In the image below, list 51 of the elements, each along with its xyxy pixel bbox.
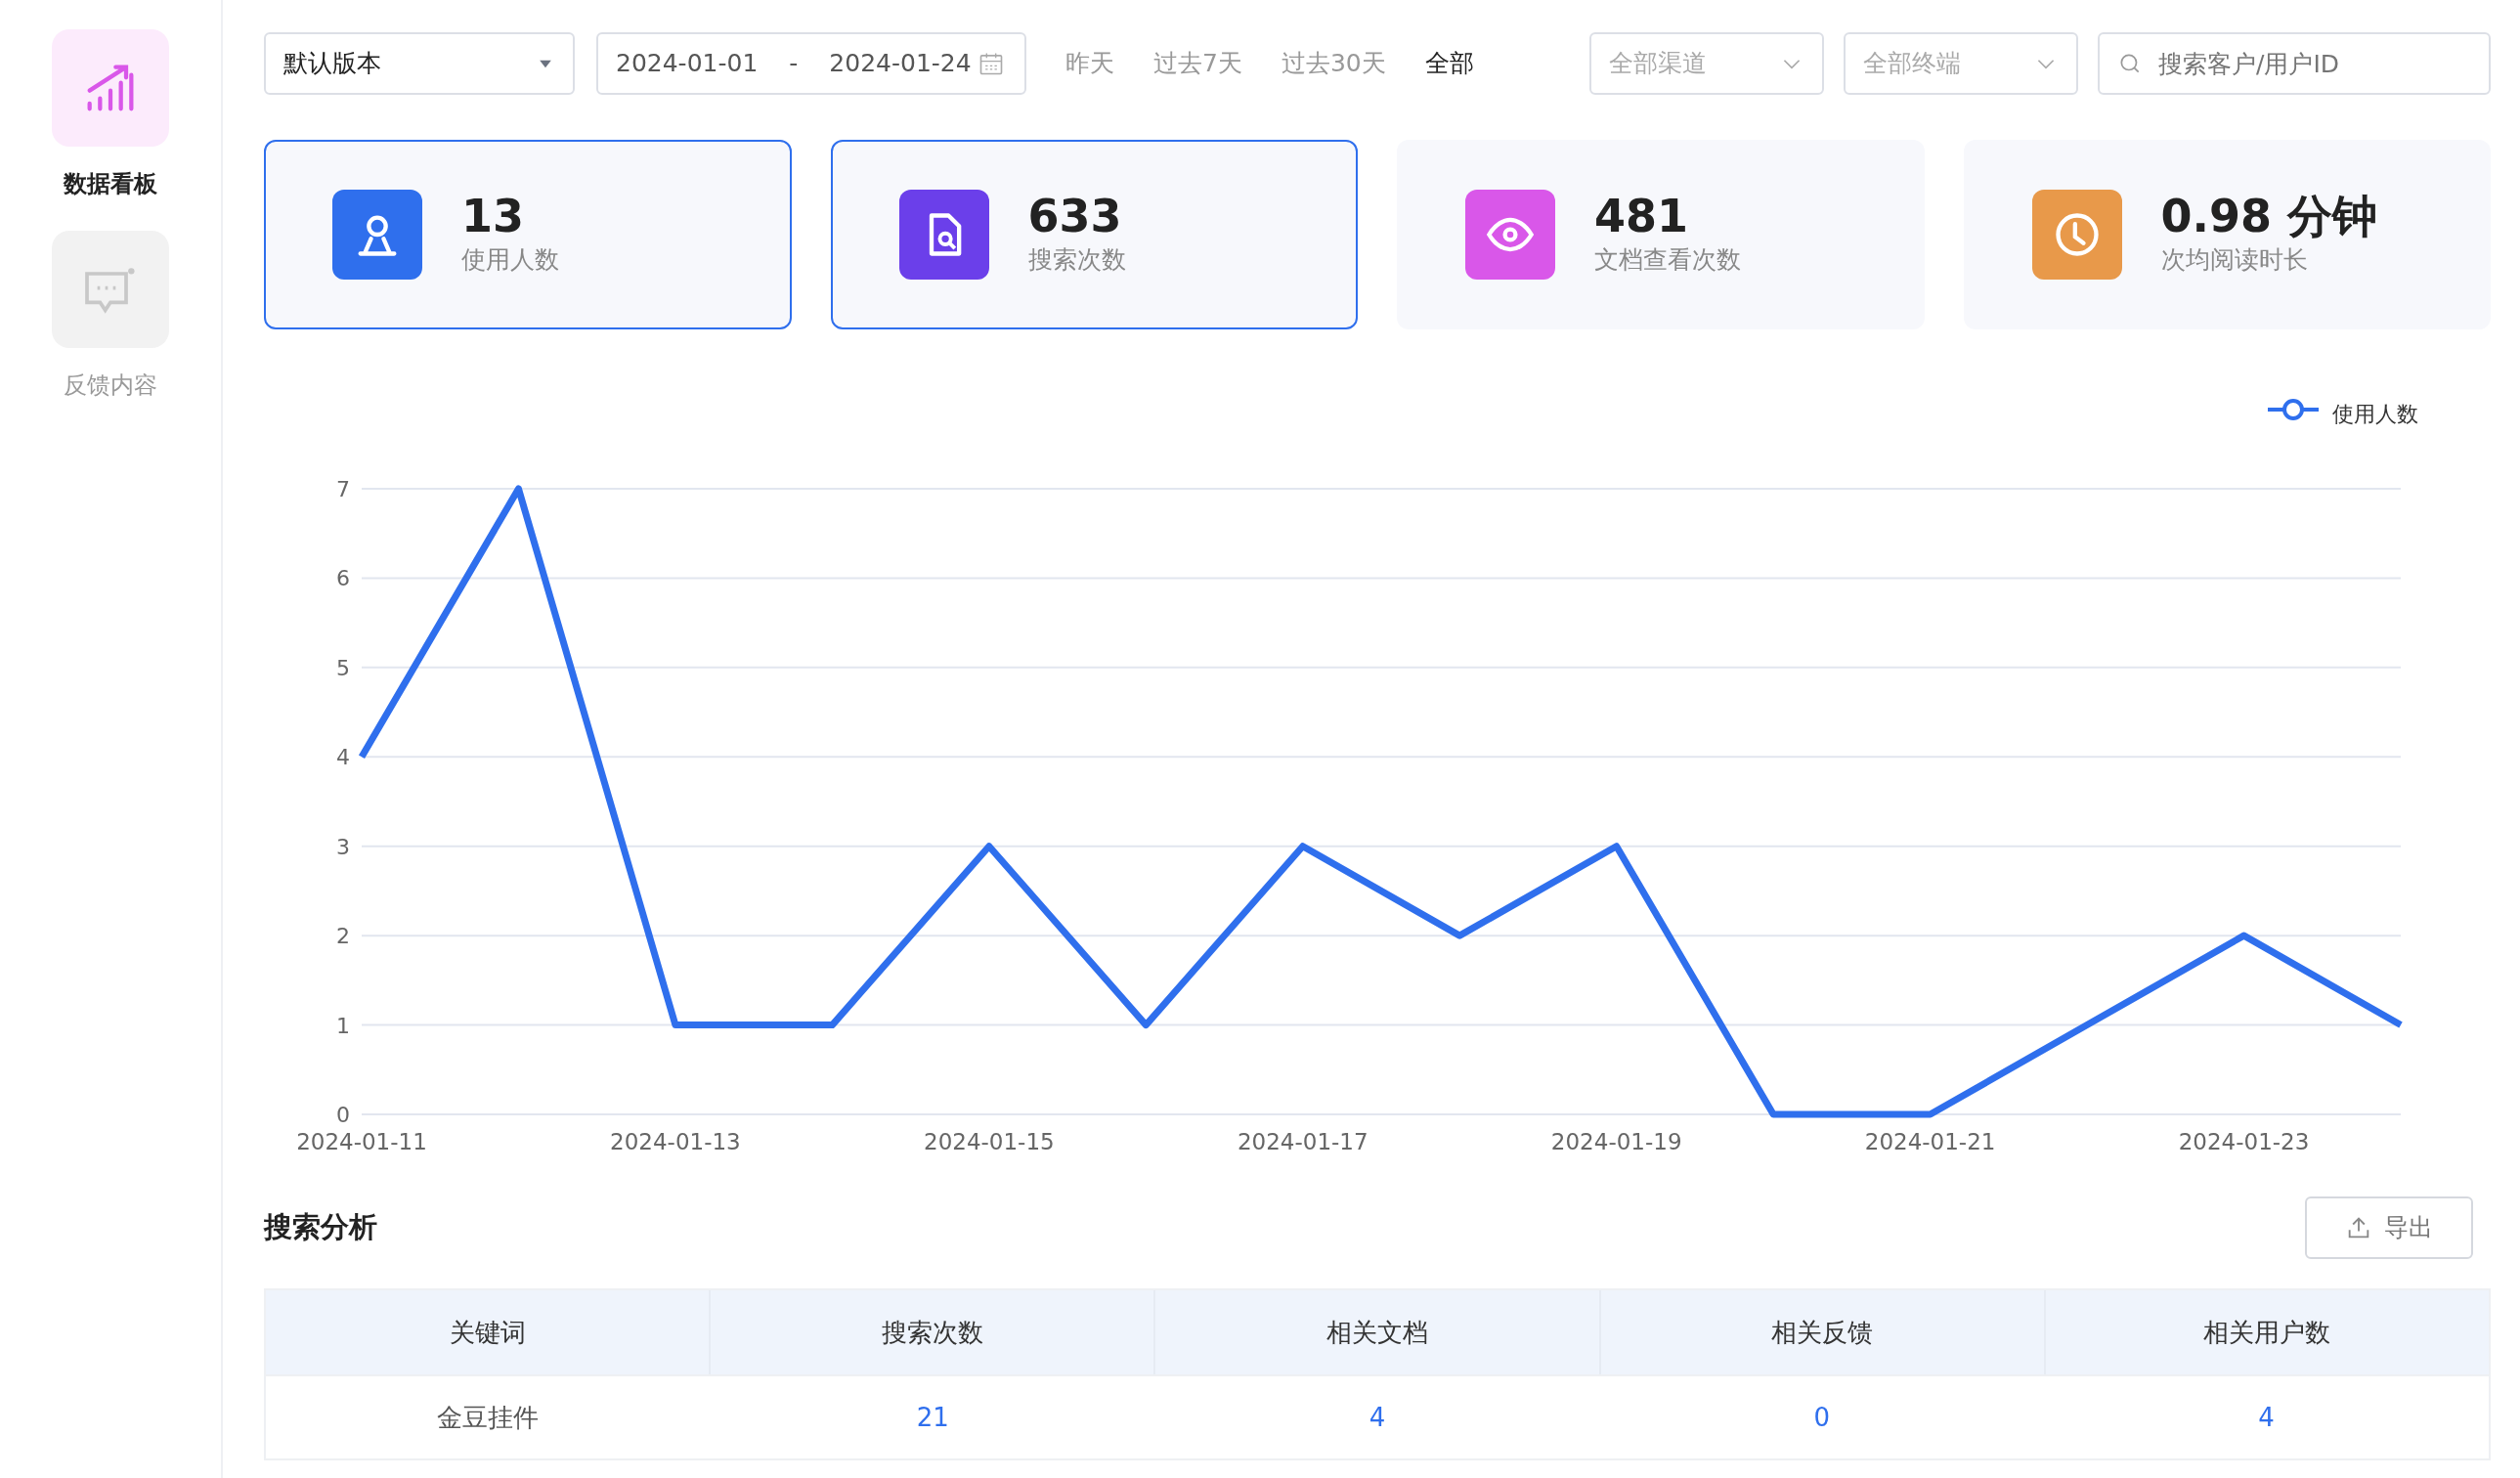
date-preset-tab[interactable]: 过去30天 [1281,45,1386,82]
stat-label: 文档查看次数 [1594,243,1741,276]
column-header: 关键词 [448,1316,527,1349]
y-tick-label: 0 [336,1103,350,1127]
version-select[interactable]: 默认版本 [264,32,575,95]
stat-label: 次均阅读时长 [2160,243,2309,276]
column-header: 相关文档 [1153,1290,1599,1374]
table-link[interactable]: 21 [710,1398,1155,1437]
table-link[interactable]: 4 [2044,1398,2489,1437]
dropdown-field[interactable]: 全部渠道 [1589,32,1824,95]
column-header: 相关反馈 [1598,1290,2044,1374]
legend-label: 使用人数 [2332,401,2418,428]
x-tick-label: 2024-01-23 [2178,1129,2310,1154]
stat-value: 481 [1594,191,1690,241]
y-tick-label: 6 [336,566,350,591]
stat-value: 0.98 分钟 [2160,191,2377,241]
stat-card[interactable]: 13 使用人数 [264,140,792,329]
date-preset-tab[interactable]: 全部 [1424,45,1474,82]
stat-value: 13 [461,191,525,241]
export-button[interactable]: 导出 [2305,1196,2473,1259]
date-preset-tab[interactable]: 昨天 [1065,45,1114,82]
x-tick-label: 2024-01-13 [610,1129,741,1154]
y-tick-label: 3 [336,834,350,859]
y-tick-label: 2 [336,924,350,949]
table-cell-text: 金豆挂件 [436,1401,541,1434]
x-tick-label: 2024-01-21 [1864,1129,1996,1154]
x-tick-label: 2024-01-17 [1237,1129,1369,1154]
column-header: 相关用户数 [2043,1290,2489,1374]
stat-value: 633 [1027,191,1123,241]
stat-label: 使用人数 [461,243,559,276]
y-tick-label: 7 [336,477,350,501]
x-tick-label: 2024-01-19 [1550,1129,1682,1154]
stat-label: 搜索次数 [1027,243,1126,276]
y-tick-label: 4 [336,745,350,770]
dropdown-field[interactable]: 全部终端 [1844,32,2078,95]
y-tick-label: 1 [336,1013,350,1038]
column-header: 搜索次数 [709,1290,1154,1374]
y-tick-label: 5 [336,655,350,680]
section-title: 搜索分析 [264,1209,377,1246]
stat-card[interactable]: 481 文档查看次数 [1397,140,1925,329]
stat-card[interactable]: 633 搜索次数 [830,140,1358,329]
date-preset-tab[interactable]: 过去7天 [1153,45,1242,82]
x-tick-label: 2024-01-15 [924,1129,1055,1154]
sidebar-item[interactable]: 数据看板 [0,29,221,201]
search-field[interactable]: 搜索客户/用户ID [2098,32,2491,95]
sidebar-item[interactable]: 反馈内容 [0,231,221,403]
x-tick-label: 2024-01-11 [296,1129,427,1154]
date-range-field[interactable]: 2024-01-01 - 2024-01-24 [596,32,1026,95]
table-link[interactable]: 0 [1599,1398,2045,1437]
stat-card[interactable]: 0.98 分钟 次均阅读时长 [1963,140,2491,329]
table-link[interactable]: 4 [1154,1398,1600,1437]
